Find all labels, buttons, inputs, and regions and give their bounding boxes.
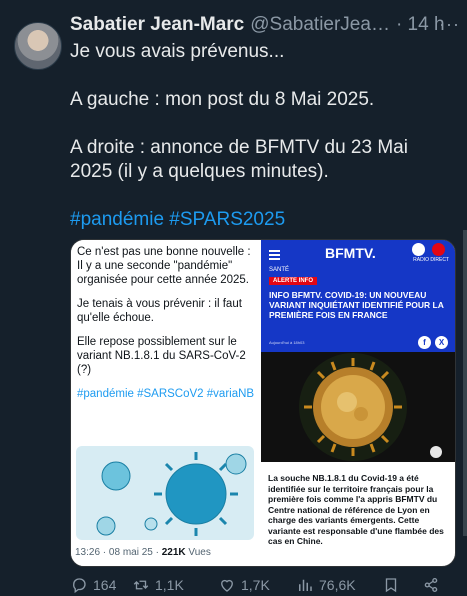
- repost-button[interactable]: 1,1K: [132, 576, 218, 594]
- post-line-2: A gauche : mon post du 8 Mai 2025.: [70, 89, 375, 110]
- menu-icon: [269, 248, 280, 262]
- like-button[interactable]: 1,7K: [218, 576, 296, 594]
- bfmtv-header: BFMTV. RADIO DIRECT SANTÉ ALERTE INFO IN…: [261, 240, 455, 352]
- reply-count: 164: [93, 577, 117, 593]
- alert-badge: ALERTE INFO: [269, 277, 317, 285]
- post-line-1: Je vous avais prévenus...: [70, 41, 285, 62]
- reply-icon: [73, 578, 86, 594]
- left-post-meta: 13:26 · 08 mai 25 · 221K Vues: [75, 547, 211, 558]
- bookmark-icon: [385, 578, 397, 593]
- left-hashtags: #pandémie #SARSCoV2 #variaNB: [77, 388, 255, 400]
- like-icon: [221, 579, 233, 592]
- post-media[interactable]: Ce n'est pas une bonne nouvelle : Il y a…: [70, 239, 456, 567]
- bfmtv-headline: INFO BFMTV. COVID-19: UN NOUVEAU VARIANT…: [269, 290, 444, 320]
- left-paragraph-1: Ce n'est pas une bonne nouvelle : Il y a…: [77, 246, 251, 286]
- more-options-icon[interactable]: ···: [439, 14, 460, 35]
- post-header: Sabatier Jean-Marc @SabatierJea… · 14 h …: [70, 14, 460, 38]
- like-count: 1,7K: [241, 577, 270, 593]
- virus-illustration: [76, 446, 254, 540]
- author-name[interactable]: Sabatier Jean-Marc: [70, 14, 244, 36]
- coronavirus-photo: [261, 352, 455, 462]
- screenshot-bfmtv: BFMTV. RADIO DIRECT SANTÉ ALERTE INFO IN…: [261, 240, 455, 566]
- x-icon: X: [435, 336, 448, 349]
- scrollbar[interactable]: [463, 230, 467, 536]
- left-paragraph-3: Elle repose possiblement sur le variant …: [77, 336, 246, 376]
- live-icon: [432, 243, 445, 256]
- repost-icon: [133, 580, 149, 590]
- section-label: SANTÉ: [269, 267, 290, 273]
- bfmtv-caption: La souche NB.1.8.1 du Covid-19 a été ide…: [268, 473, 444, 546]
- views-button[interactable]: 76,6K: [296, 576, 382, 594]
- bookmark-button[interactable]: [382, 576, 422, 594]
- share-icon: [424, 577, 438, 593]
- direct-label: DIRECT: [430, 257, 449, 263]
- repost-count: 1,1K: [155, 577, 184, 593]
- radio-icon: [412, 243, 425, 256]
- post-text: Je vous avais prévenus... A gauche : mon…: [70, 40, 455, 232]
- views-count: 76,6K: [319, 577, 356, 593]
- author-avatar[interactable]: [14, 22, 62, 70]
- views-icon: [299, 579, 312, 591]
- reply-button[interactable]: 164: [70, 576, 132, 594]
- post-hashtags[interactable]: #pandémie #SPARS2025: [70, 208, 455, 232]
- screenshot-own-post: Ce n'est pas une bonne nouvelle : Il y a…: [71, 240, 261, 566]
- bfmtv-logo: BFMTV.: [325, 245, 376, 261]
- post-line-3: A droite : annonce de BFMTV du 23 Mai 20…: [70, 137, 408, 182]
- radio-label: RADIO: [413, 257, 429, 263]
- share-button[interactable]: [422, 576, 452, 594]
- post-time[interactable]: · 14 h: [396, 14, 445, 36]
- author-handle[interactable]: @SabatierJea…: [250, 14, 390, 36]
- facebook-icon: f: [418, 336, 431, 349]
- action-bar: 164 1,1K 1,7K 76,6K: [70, 574, 465, 596]
- bfmtv-byline: Aujourd'hui à 18h03: [269, 340, 305, 345]
- left-paragraph-2: Je tenais à vous prévenir : il faut qu'e…: [77, 298, 242, 324]
